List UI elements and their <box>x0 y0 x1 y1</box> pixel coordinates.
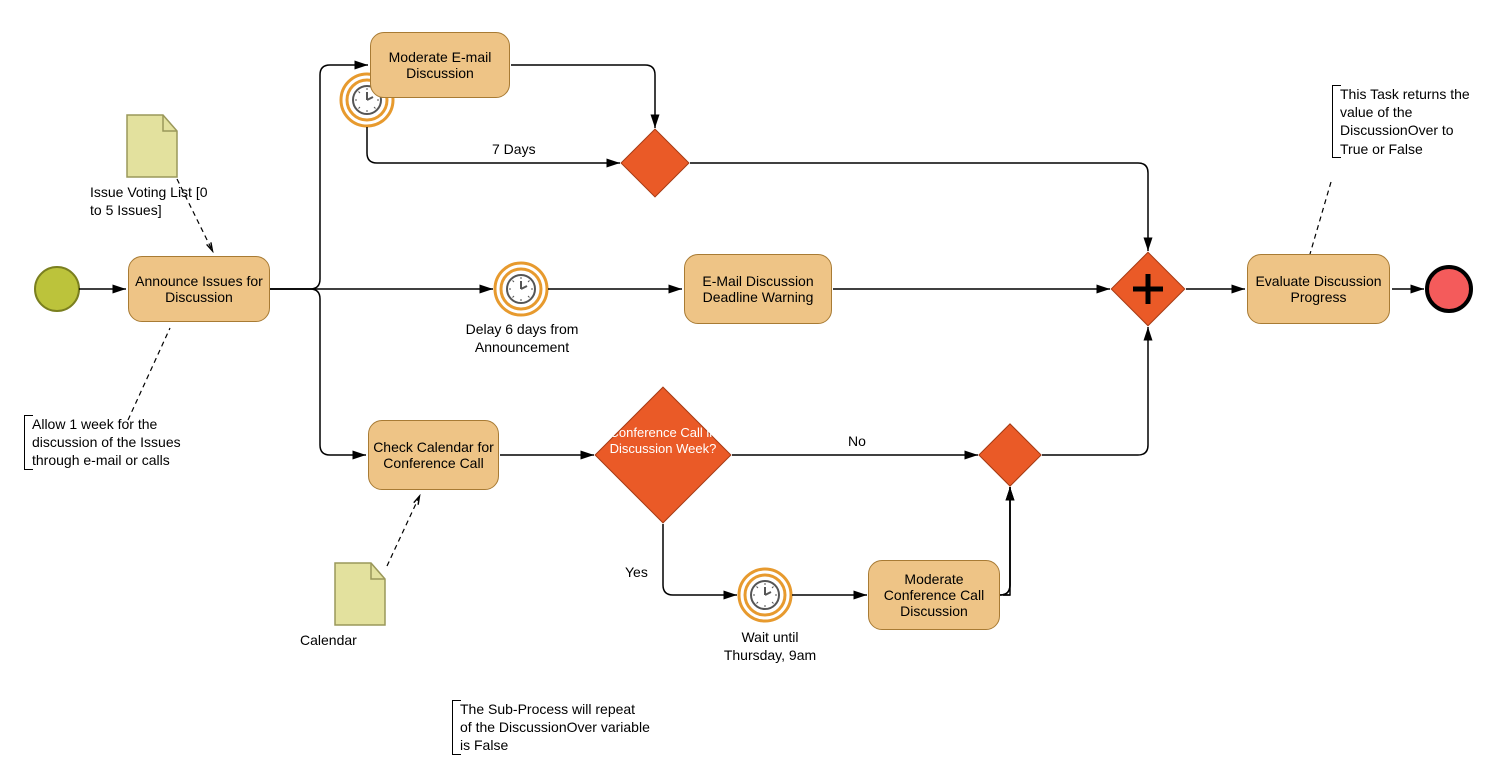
label-7days: 7 Days <box>492 140 536 158</box>
label-delay6: Delay 6 days from Announcement <box>460 320 584 356</box>
annotation-subprocess: The Sub-Process will repeat of the Discu… <box>452 700 650 755</box>
assoc-annot-allow <box>128 328 170 420</box>
assoc-annot-returns <box>1310 182 1331 254</box>
gateway-merge-bottom-icon <box>979 424 1041 486</box>
label-yes: Yes <box>625 563 648 581</box>
flow-mergetop-parallel <box>690 163 1148 251</box>
flow-announce-checkcal <box>270 289 366 455</box>
task-evaluate: Evaluate Discussion Progress <box>1247 254 1390 324</box>
label-wait-thurs: Wait until Thursday, 9am <box>720 628 820 664</box>
timer-wait-icon <box>739 569 791 621</box>
task-announce: Announce Issues for Discussion <box>128 256 270 322</box>
assoc-calendar-check <box>387 495 420 566</box>
label-no: No <box>848 432 866 450</box>
annotation-allow-week: Allow 1 week for the discussion of the I… <box>24 415 207 470</box>
flow-modconf-merge <box>1000 487 1010 595</box>
timer-delay6-icon <box>495 263 547 315</box>
data-object-voting-icon <box>127 115 177 177</box>
end-event-icon <box>1427 267 1471 311</box>
flow-modconf-merge2 <box>1003 487 1010 595</box>
start-event-icon <box>35 267 79 311</box>
flow-mergebottom-parallel <box>1042 327 1148 455</box>
task-deadline-warning: E-Mail Discussion Deadline Warning <box>684 254 832 324</box>
data-object-calendar-icon <box>335 563 385 625</box>
gateway-conf-week-label: Conference Call in Discussion Week? <box>603 425 723 456</box>
label-voting-list: Issue Voting List [0 to 5 Issues] <box>90 183 210 219</box>
flow-decision-yes <box>663 524 737 595</box>
label-calendar: Calendar <box>300 631 380 649</box>
annotation-task-returns: This Task returns the value of the Discu… <box>1332 85 1480 158</box>
gateway-merge-top-icon <box>621 129 689 197</box>
task-check-calendar: Check Calendar for Conference Call <box>368 420 499 490</box>
gateway-parallel-icon <box>1111 252 1185 326</box>
task-moderate-email: Moderate E-mail Discussion <box>370 32 510 98</box>
flow-moderate-merge <box>511 65 655 128</box>
task-moderate-conf: Moderate Conference Call Discussion <box>868 560 1000 630</box>
